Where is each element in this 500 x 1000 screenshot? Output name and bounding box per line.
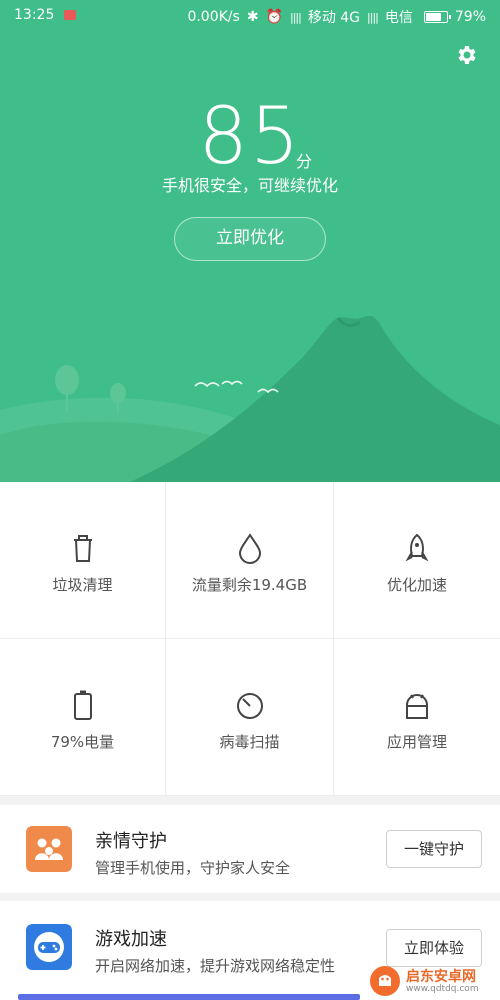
watermark-brand: 启东安卓网 [406, 969, 476, 985]
tool-label: 病毒扫描 [219, 733, 280, 751]
status-message: 手机很安全，可继续优化 [161, 176, 338, 195]
hero-panel: 13:25 0.00K/s ✱ ⏰ |||| 移动 4G |||| 电信 79%… [0, 0, 500, 482]
bottom-indicator [18, 994, 360, 1000]
drop-icon [238, 533, 261, 564]
tools-grid: 垃圾清理 流量剩余19.4GB 优化加速 79%电量 病毒扫描 应用管理 [0, 482, 500, 796]
battery-percent: 79% [454, 9, 486, 25]
guard-button[interactable]: 一键守护 [386, 830, 482, 868]
signal-icon-2: |||| [367, 10, 379, 24]
optimize-button[interactable]: 立即优化 [174, 217, 326, 261]
tool-app-manager[interactable]: 应用管理 [334, 639, 500, 796]
card-family-guard[interactable]: 亲情守护 管理手机使用，守护家人安全 一键守护 [0, 805, 500, 893]
card-title: 游戏加速 [95, 929, 167, 950]
landscape-illustration [0, 315, 500, 482]
trash-icon [73, 535, 92, 562]
tool-label: 79%电量 [50, 733, 115, 751]
tool-data-usage[interactable]: 流量剩余19.4GB [166, 482, 334, 639]
status-time: 13:25 [14, 7, 55, 23]
score-unit: 分 [296, 152, 313, 171]
card-title: 亲情守护 [95, 831, 167, 852]
score-area: 85 分 [0, 92, 500, 182]
card-desc: 管理手机使用，守护家人安全 [95, 859, 291, 877]
watermark-site: www.qdtdq.com [406, 984, 479, 994]
scan-icon [236, 693, 263, 719]
tool-label: 应用管理 [386, 733, 447, 751]
battery-fill [425, 13, 441, 21]
net-speed: 0.00K/s [187, 9, 240, 25]
carrier-2: 电信 [384, 10, 413, 26]
status-bar: 13:25 0.00K/s ✱ ⏰ |||| 移动 4G |||| 电信 79% [0, 0, 500, 32]
android-icon [406, 694, 428, 719]
watermark: 启东安卓网 www.qdtdq.com [368, 964, 496, 1000]
carrier-1: 移动 4G [307, 10, 361, 26]
rocket-icon [405, 533, 429, 562]
watermark-logo-icon [370, 966, 400, 996]
tool-label: 垃圾清理 [52, 576, 113, 594]
tool-junk-clean[interactable]: 垃圾清理 [0, 482, 166, 639]
gear-icon[interactable] [455, 43, 479, 67]
gamepad-icon [26, 924, 72, 970]
tool-speed-up[interactable]: 优化加速 [334, 482, 500, 639]
notification-icon [64, 10, 77, 20]
tool-label: 优化加速 [386, 576, 447, 594]
tool-label: 流量剩余19.4GB [191, 576, 308, 594]
signal-icon: |||| [290, 10, 302, 24]
card-desc: 开启网络加速，提升游戏网络稳定性 [95, 957, 336, 975]
try-now-button[interactable]: 立即体验 [386, 929, 482, 967]
health-score: 85 [198, 92, 302, 182]
family-icon [26, 826, 72, 872]
battery-icon [73, 690, 92, 720]
tool-virus-scan[interactable]: 病毒扫描 [166, 639, 334, 796]
alarm-icon: ⏰ [265, 9, 283, 25]
tool-battery[interactable]: 79%电量 [0, 639, 166, 796]
battery-icon [423, 11, 451, 23]
bluetooth-icon: ✱ [246, 9, 259, 25]
